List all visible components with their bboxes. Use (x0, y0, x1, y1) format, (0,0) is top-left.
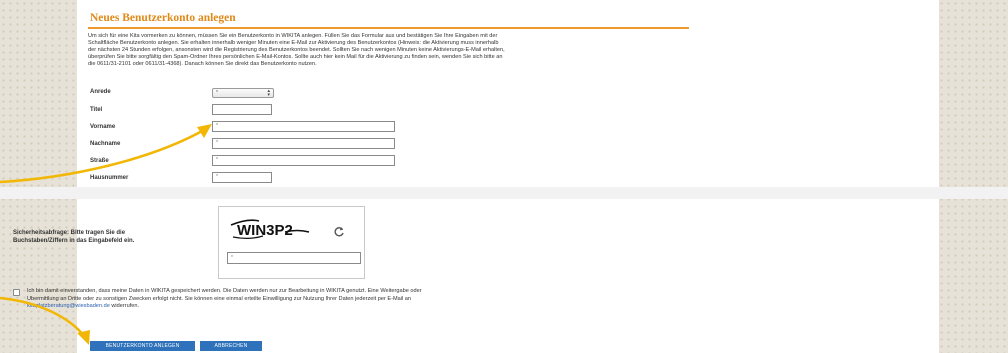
select-arrows-icon: ▴ ▾ (267, 88, 270, 98)
consent-email-link[interactable]: kitaplatzberatung@wiesbaden.de (27, 303, 110, 309)
hausnummer-input[interactable]: * (212, 172, 272, 183)
anrede-value: * (216, 90, 218, 96)
nachname-label: Nachname (90, 141, 121, 147)
intro-text: Um sich für eine Kita vormerken zu könne… (88, 33, 648, 68)
captcha-code: WIN3P2 (237, 222, 293, 239)
anrede-select[interactable]: * ▴ ▾ (212, 88, 274, 98)
consent-checkbox[interactable] (13, 289, 20, 296)
create-account-button[interactable]: BENUTZERKONTO ANLEGEN (90, 341, 195, 351)
strasse-input[interactable]: * (212, 155, 395, 166)
consent-line: Ich bin damit einverstanden, dass meine … (27, 288, 422, 294)
form-panel-top: Neues Benutzerkonto anlegen Um sich für … (77, 0, 939, 187)
section-gap (0, 187, 1008, 199)
captcha-box: WIN3P2 * (218, 206, 365, 279)
title-divider (88, 27, 689, 29)
captcha-label: Sicherheitsabfrage: Bitte tragen Sie die… (13, 230, 135, 244)
titel-label: Titel (90, 107, 103, 113)
intro-line: überprüfen Sie bitte sorgfältig den Spam… (88, 54, 503, 60)
consent-text: Ich bin damit einverstanden, dass meine … (27, 288, 587, 311)
titel-input[interactable] (212, 104, 272, 115)
vorname-label: Vorname (90, 124, 116, 130)
consent-tail: widerrufen. (109, 303, 140, 309)
intro-line: Um sich für eine Kita vormerken zu könne… (88, 33, 498, 39)
consent-line: kitaplatzberatung@wiesbaden.de widerrufe… (27, 303, 587, 311)
intro-line: Schaltfläche Benutzerkonto anlegen. Sie … (88, 40, 499, 46)
intro-line: der nächsten 24 Stunden erfolgen, ansons… (88, 47, 505, 53)
nachname-input[interactable]: * (212, 138, 395, 149)
cancel-button[interactable]: ABBRECHEN (200, 341, 262, 351)
anrede-label: Anrede (90, 89, 111, 95)
vorname-input[interactable]: * (212, 121, 395, 132)
consent-line: Übermittlung an Dritte oder zu sonstigen… (27, 295, 411, 302)
reload-icon[interactable] (333, 226, 345, 238)
strasse-label: Straße (90, 158, 109, 164)
intro-line: die 0611/31-2101 oder 0611/31-4368). Dan… (88, 61, 317, 67)
captcha-image: WIN3P2 (230, 219, 310, 239)
captcha-input[interactable]: * (227, 252, 361, 264)
page-title: Neues Benutzerkonto anlegen (90, 12, 236, 24)
hausnummer-label: Hausnummer (90, 175, 129, 181)
form-panel-bottom (77, 199, 939, 353)
